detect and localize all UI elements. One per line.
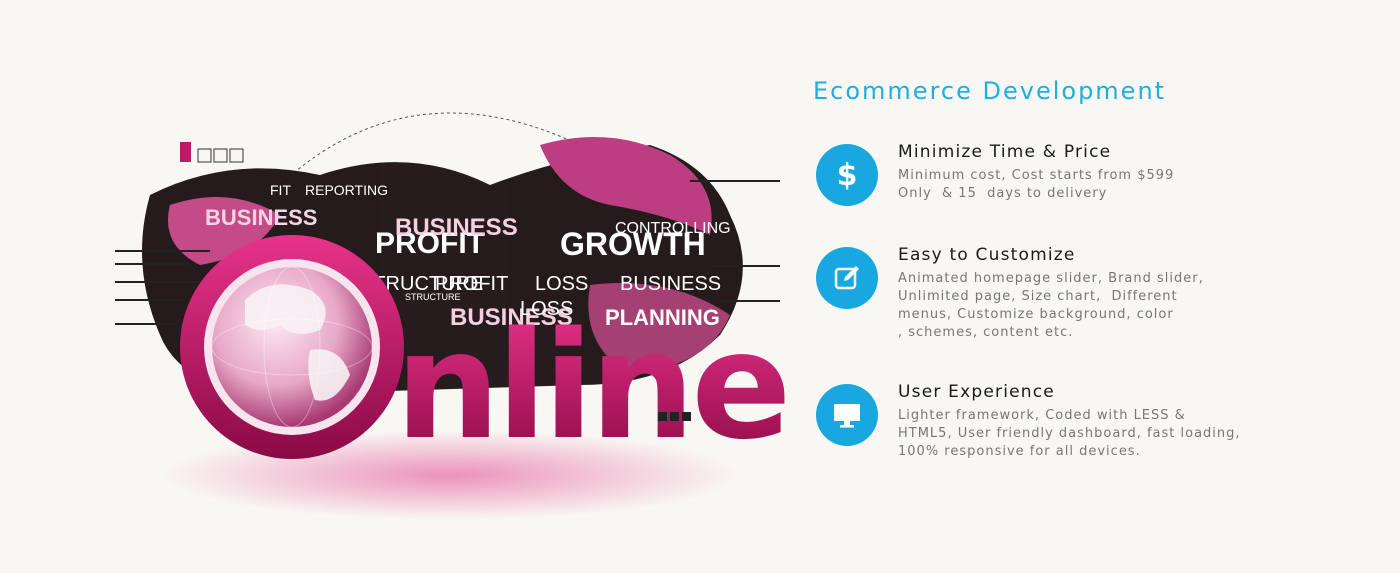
background-word: BUSINESS bbox=[395, 214, 518, 241]
dollar-icon: $ bbox=[816, 144, 878, 206]
online-hero-graphic: BUSINESSPROFIT GROWTHSTRUCTUREBUSINESSLOS… bbox=[115, 112, 785, 520]
background-word: LOSS bbox=[535, 273, 588, 295]
feature-title: Easy to Customize bbox=[898, 245, 1076, 265]
panel-title: Ecommerce Development bbox=[813, 77, 1167, 105]
feature-description-line: 100% responsive for all devices. bbox=[898, 444, 1141, 459]
feature-description-line: Unlimited page, Size chart, Different bbox=[898, 289, 1178, 304]
feature-description-line: menus, Customize background, color bbox=[898, 307, 1174, 322]
feature-panel: Ecommerce Development $ Minimize Time & … bbox=[813, 74, 1293, 459]
feature-description-line: , schemes, content etc. bbox=[898, 325, 1074, 340]
feature-description-line: Only & 15 days to delivery bbox=[898, 186, 1108, 201]
background-word: BUSINESS bbox=[620, 273, 721, 295]
feature-title: Minimize Time & Price bbox=[898, 142, 1112, 162]
background-word: CONTROLLING bbox=[615, 220, 731, 237]
tool-icons bbox=[180, 142, 244, 163]
online-word: nline bbox=[395, 300, 785, 472]
background-word: FIT bbox=[270, 182, 291, 198]
feature-description-line: Animated homepage slider, Brand slider, bbox=[898, 271, 1204, 286]
feature-title: User Experience bbox=[898, 382, 1055, 402]
monitor-icon bbox=[816, 384, 878, 446]
edit-icon bbox=[816, 247, 878, 309]
feature-description-line: HTML5, User friendly dashboard, fast loa… bbox=[898, 426, 1241, 441]
small-square-icons bbox=[658, 412, 691, 421]
background-word: REPORTING bbox=[305, 182, 388, 198]
background-word: BUSINESS bbox=[205, 205, 317, 230]
feature-description-line: Lighter framework, Coded with LESS & bbox=[898, 408, 1186, 423]
online-hero-illustration: BUSINESS PROFIT GROWTH STRUCTURE BUSINESS LOS… bbox=[110, 85, 785, 525]
globe-letter-o bbox=[180, 235, 404, 459]
feature-description-line: Minimum cost, Cost starts from $599 bbox=[898, 168, 1175, 183]
